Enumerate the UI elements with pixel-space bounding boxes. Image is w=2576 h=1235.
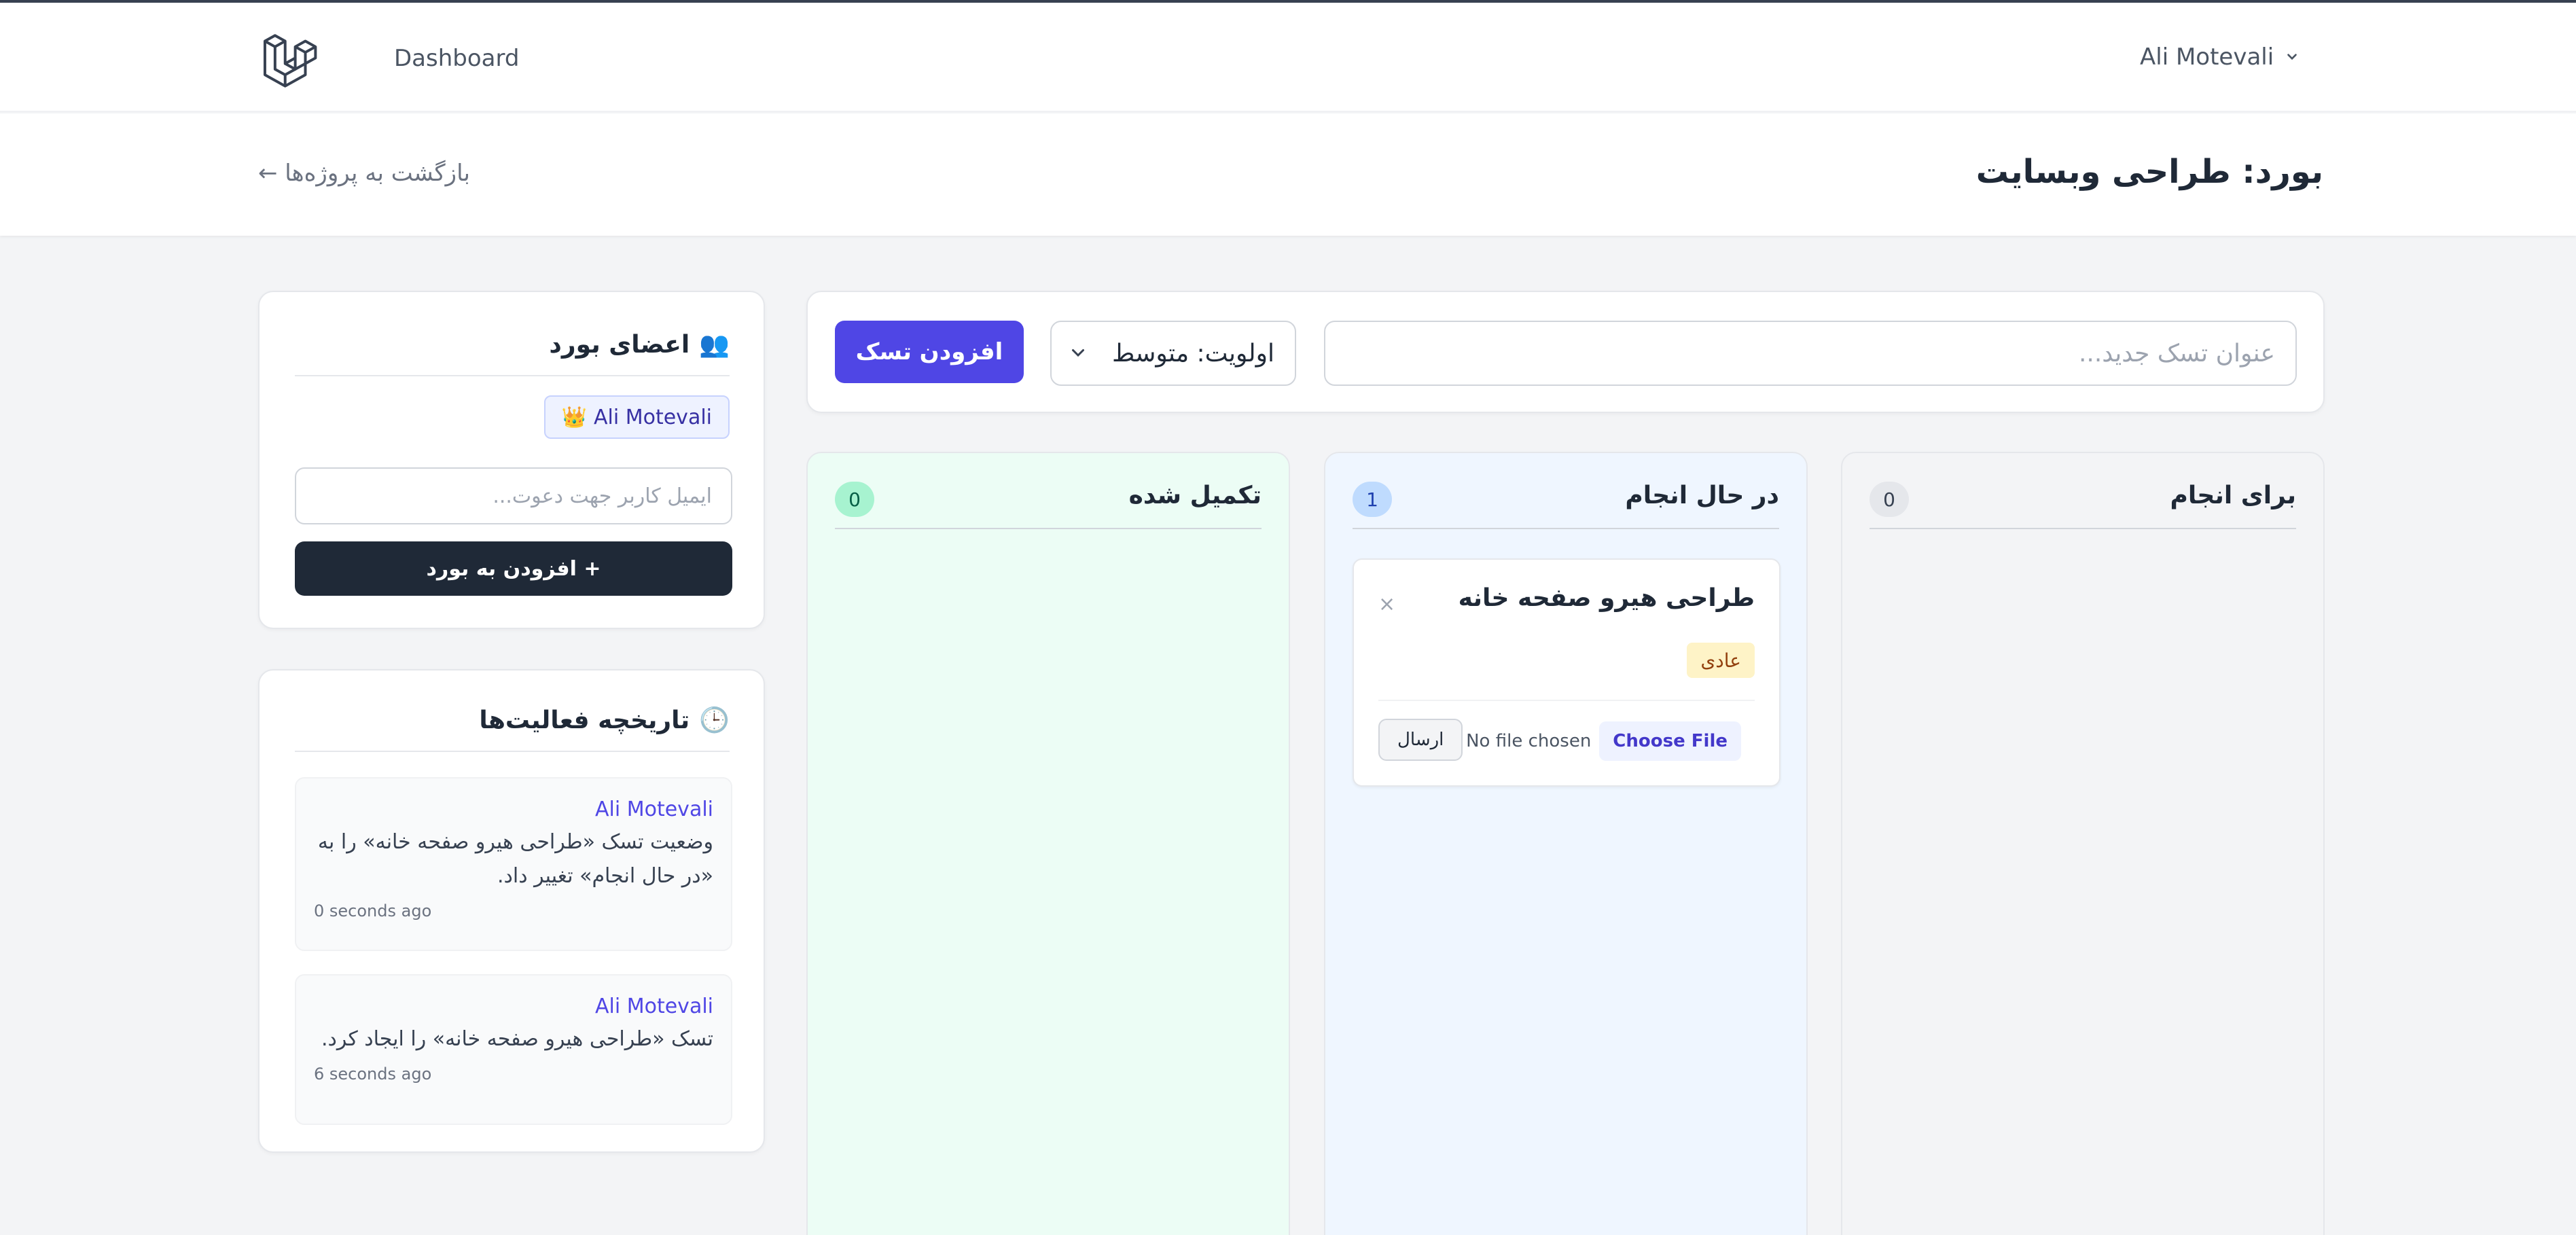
- file-input: No file chosen Choose File: [1466, 721, 1741, 761]
- activity-user: Ali Motevali: [595, 798, 713, 821]
- activity-item: Ali Motevali تسک «طراحی هیرو صفحه خانه» …: [295, 974, 732, 1125]
- choose-file-button[interactable]: Choose File: [1599, 721, 1741, 761]
- activity-text: تسک «طراحی هیرو صفحه خانه» را ایجاد کرد.: [321, 1027, 713, 1051]
- divider: [1378, 700, 1755, 701]
- task-card[interactable]: طراحی هیرو صفحه خانه × عادی No file chos…: [1353, 558, 1781, 787]
- priority-badge: عادی: [1687, 643, 1755, 678]
- top-navbar: Dashboard Ali Motevali: [0, 0, 2576, 112]
- task-title: طراحی هیرو صفحه خانه: [1458, 584, 1755, 612]
- column-count-badge: 0: [835, 482, 874, 517]
- crown-icon: 👑: [561, 405, 587, 429]
- task-title-input[interactable]: [1324, 321, 2297, 386]
- activity-time: 6 seconds ago: [314, 1064, 432, 1084]
- add-task-form: اولویت: متوسط افزودن تسک: [806, 291, 2325, 413]
- close-icon[interactable]: ×: [1378, 592, 1395, 616]
- laravel-logo-icon[interactable]: [262, 30, 320, 88]
- back-to-projects-link[interactable]: بازگشت به پروژه‌ها ←: [258, 160, 470, 187]
- column-title: تکمیل شده: [1128, 482, 1262, 509]
- activity-text: وضعیت تسک «طراحی هیرو صفحه خانه» را به «…: [317, 830, 713, 888]
- activity-title: 🕒 تاریخچه فعالیت‌ها: [479, 706, 730, 735]
- members-icon: 👥: [699, 331, 730, 359]
- column-todo: برای انجام 0: [1841, 452, 2325, 1235]
- board-members-card: 👥 اعضای بورد 👑 Ali Motevali + افزودن به …: [258, 291, 765, 629]
- member-name: Ali Motevali: [594, 405, 712, 429]
- divider: [295, 375, 730, 376]
- no-file-label: No file chosen: [1466, 731, 1592, 751]
- column-in-progress: در حال انجام 1 طراحی هیرو صفحه خانه × عا…: [1324, 452, 1808, 1235]
- column-done: تکمیل شده 0: [806, 452, 1290, 1235]
- user-menu-dropdown[interactable]: Ali Motevali: [2140, 43, 2300, 71]
- priority-selected-value: اولویت: متوسط: [1112, 339, 1274, 368]
- activity-title-text: تاریخچه فعالیت‌ها: [479, 706, 690, 734]
- members-title: 👥 اعضای بورد: [549, 330, 730, 359]
- divider: [1870, 528, 2296, 529]
- nav-dashboard-link[interactable]: Dashboard: [394, 45, 519, 72]
- members-title-text: اعضای بورد: [549, 330, 690, 359]
- divider: [1353, 528, 1779, 529]
- column-count-badge: 1: [1353, 482, 1392, 517]
- send-file-button[interactable]: ارسال: [1378, 719, 1463, 761]
- divider: [295, 751, 730, 752]
- activity-user: Ali Motevali: [595, 995, 713, 1018]
- column-title: در حال انجام: [1625, 482, 1779, 509]
- add-to-board-button[interactable]: + افزودن به بورد: [295, 541, 732, 596]
- activity-history-card: 🕒 تاریخچه فعالیت‌ها Ali Motevali وضعیت ت…: [258, 669, 765, 1153]
- clock-icon: 🕒: [699, 706, 730, 734]
- page-title: بورد: طراحی وبسایت: [1975, 153, 2323, 191]
- column-title: برای انجام: [2170, 482, 2296, 509]
- divider: [835, 528, 1262, 529]
- chevron-down-icon: [1072, 349, 1084, 357]
- member-badge: 👑 Ali Motevali: [543, 395, 730, 439]
- column-count-badge: 0: [1870, 482, 1909, 517]
- add-task-button[interactable]: افزودن تسک: [835, 321, 1024, 383]
- activity-item: Ali Motevali وضعیت تسک «طراحی هیرو صفحه …: [295, 777, 732, 951]
- page-header: بورد: طراحی وبسایت بازگشت به پروژه‌ها ←: [0, 113, 2576, 236]
- priority-select[interactable]: اولویت: متوسط: [1050, 321, 1296, 386]
- invite-email-input[interactable]: [295, 467, 732, 524]
- activity-time: 0 seconds ago: [314, 901, 432, 920]
- chevron-down-icon: [2287, 54, 2297, 60]
- user-name: Ali Motevali: [2140, 43, 2274, 71]
